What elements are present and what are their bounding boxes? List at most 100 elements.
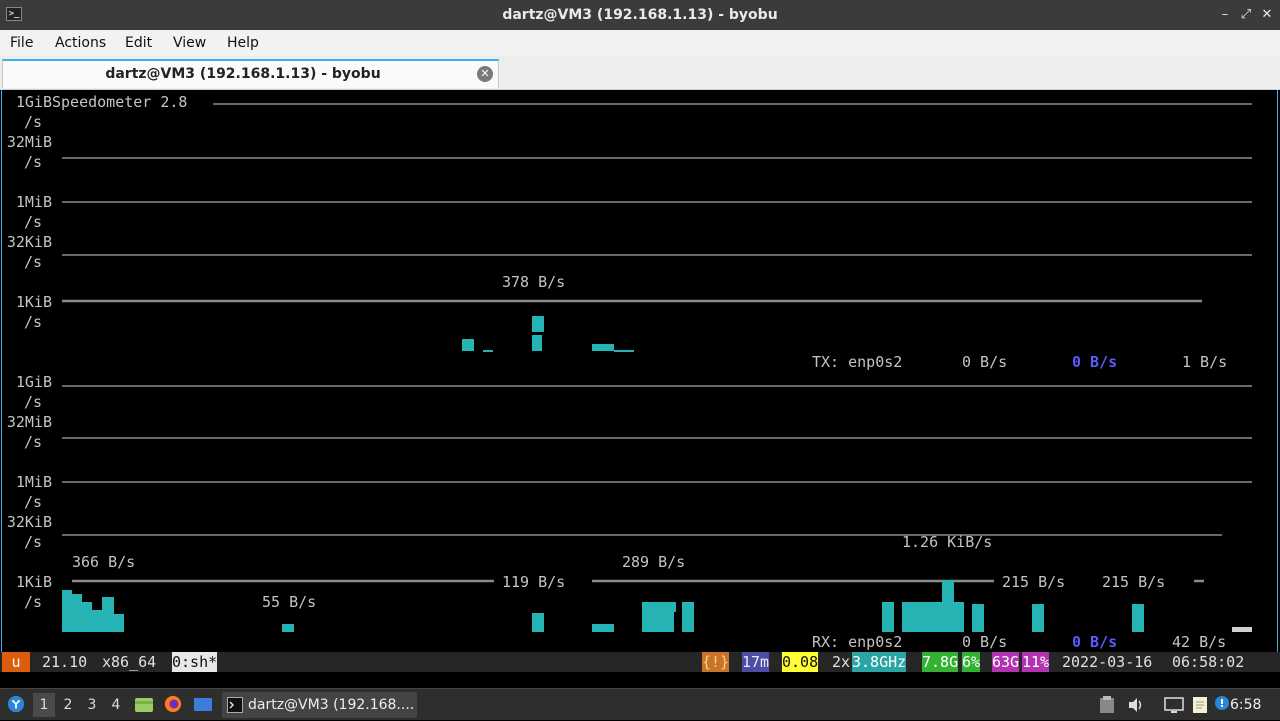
cpu-frequency: 3.8GHz (852, 652, 907, 672)
tx-axis-label: /s (23, 253, 42, 271)
menu-bar: File Actions Edit View Help (0, 30, 1280, 56)
volume-icon[interactable] (1127, 696, 1145, 714)
window-tab-active[interactable]: 0:sh* (172, 652, 218, 672)
menu-edit[interactable]: Edit (125, 30, 152, 56)
workspace-4[interactable]: 4 (105, 693, 127, 717)
rx-axis-label: 1MiB (15, 473, 52, 491)
terminal-icon (227, 697, 243, 713)
tx-bar (532, 316, 544, 332)
rx-bar (1132, 604, 1144, 632)
tx-bar (483, 350, 493, 352)
status-time: 06:58:02 (1172, 653, 1245, 671)
rx-bar (642, 602, 674, 632)
taskbar: 1 2 3 4 dartz@VM3 (192.168.... 6:58 (0, 688, 1280, 720)
workspace-2[interactable]: 2 (57, 693, 79, 717)
cpu-count: 2x (832, 653, 851, 671)
disk-total: 63G (992, 652, 1020, 672)
menu-file[interactable]: File (10, 30, 33, 56)
speedometer-graph (1, 90, 1278, 652)
rx-cursor-mark (1232, 627, 1252, 632)
tx-peak-label: 378 B/s (502, 273, 566, 291)
byobu-status-bar: u 21.10 x86_64 0:sh* {!} 17m 0.08 2x 3.8… (0, 652, 1280, 672)
files-icon[interactable] (134, 696, 154, 714)
rx-bar (902, 602, 964, 632)
workspace-1[interactable]: 1 (33, 693, 55, 717)
tx-axis-label: /s (23, 213, 42, 231)
rx-bar (92, 610, 102, 632)
memory-percent: 6% (962, 652, 981, 672)
menu-actions[interactable]: Actions (55, 30, 106, 56)
minimize-button[interactable]: – (1216, 6, 1234, 24)
rx-max-rate: 42 B/s (1172, 633, 1227, 651)
tx-axis-label: /s (23, 113, 42, 131)
rx-value-label: 289 B/s (622, 553, 686, 571)
rx-axis-label: /s (23, 433, 42, 451)
rx-value-label: 55 B/s (262, 593, 317, 611)
rx-value-label: 215 B/s (1002, 573, 1066, 591)
terminal-tab[interactable]: dartz@VM3 (192.168.1.13) - byobu ✕ (2, 59, 499, 88)
uptime-badge: 17m (742, 652, 770, 672)
rx-bar (102, 597, 114, 632)
desktop-icon[interactable] (193, 696, 213, 714)
updates-icon[interactable] (1214, 695, 1230, 711)
rx-axis-label: 32MiB (6, 413, 52, 431)
taskbar-clock[interactable]: 6:58 (1230, 689, 1261, 721)
rx-bar (532, 613, 544, 632)
start-menu-icon[interactable] (6, 695, 26, 713)
workspace-3[interactable]: 3 (81, 693, 103, 717)
rx-bar (62, 590, 72, 632)
window-title: dartz@VM3 (192.168.1.13) - byobu (502, 7, 778, 23)
rx-axis-label: 32KiB (6, 513, 52, 531)
rx-value-label: 366 B/s (72, 553, 136, 571)
ubuntu-logo-icon: u (2, 652, 30, 672)
rx-current-rate: 0 B/s (962, 633, 1008, 651)
rx-axis-label: /s (23, 493, 42, 511)
tab-bar: dartz@VM3 (192.168.1.13) - byobu ✕ (0, 56, 1280, 90)
firefox-icon[interactable] (163, 695, 183, 713)
rx-bar (72, 594, 82, 632)
load-average-badge: 0.08 (782, 652, 819, 672)
rx-axis-label: /s (23, 393, 42, 411)
tx-bar (614, 350, 634, 352)
terminal-area[interactable]: 1GiB Speedometer 2.8 /s 32MiB /s 1MiB /s… (0, 90, 1280, 680)
rx-bar (882, 602, 894, 632)
tx-axis-label: /s (23, 313, 42, 331)
clipboard-icon[interactable] (1099, 696, 1115, 714)
rx-bar (682, 602, 694, 632)
tx-bar (532, 335, 542, 351)
tx-axis-label: 1KiB (15, 293, 52, 311)
program-title: Speedometer 2.8 (52, 93, 188, 111)
tab-title: dartz@VM3 (192.168.1.13) - byobu (105, 66, 381, 82)
rx-bar (1032, 604, 1044, 632)
tx-current-rate: 0 B/s (962, 353, 1008, 371)
close-tab-icon[interactable]: ✕ (477, 66, 493, 82)
notes-icon[interactable] (1191, 696, 1209, 714)
maximize-button[interactable]: ⤢ (1237, 6, 1255, 24)
menu-view[interactable]: View (173, 30, 206, 56)
rx-bar (82, 602, 92, 632)
tx-axis-label: /s (23, 153, 42, 171)
window-titlebar: >_ dartz@VM3 (192.168.1.13) - byobu – ⤢ … (0, 0, 1280, 30)
tx-axis-label: 32KiB (6, 233, 52, 251)
rx-iface-label: RX: enp0s2 (812, 633, 903, 651)
display-icon[interactable] (1164, 696, 1184, 714)
rx-average-rate: 0 B/s (1072, 633, 1118, 651)
release-version: 21.10 (42, 653, 88, 671)
rx-bar (972, 604, 984, 632)
tx-iface-label: TX: enp0s2 (812, 353, 903, 371)
rx-axis-label: /s (23, 533, 42, 551)
tx-average-rate: 0 B/s (1072, 353, 1118, 371)
task-label: dartz@VM3 (192.168.... (248, 697, 415, 713)
taskbar-terminal-task[interactable]: dartz@VM3 (192.168.... (222, 692, 417, 718)
close-window-button[interactable]: ✕ (1258, 6, 1276, 24)
rx-value-label: 215 B/s (1102, 573, 1166, 591)
rx-bar (942, 580, 954, 602)
rx-bar (282, 624, 294, 632)
rx-axis-label: /s (23, 593, 42, 611)
menu-help[interactable]: Help (227, 30, 259, 56)
disk-percent: 11% (1022, 652, 1050, 672)
rx-bar (674, 602, 676, 612)
rx-axis-label: 1GiB (15, 373, 52, 391)
rx-value-label: 1.26 KiB/s (902, 533, 993, 551)
rx-bar (592, 624, 614, 632)
